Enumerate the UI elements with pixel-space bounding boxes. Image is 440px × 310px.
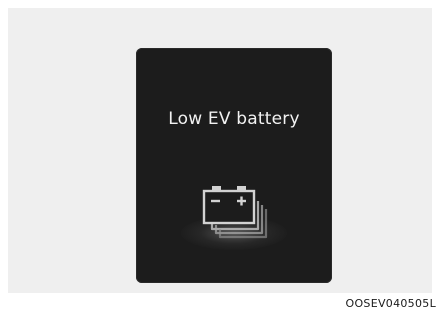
figure-code: OOSEV040505L (345, 297, 436, 310)
ev-battery-warning-icon (202, 186, 268, 239)
figure-panel: Low EV battery (8, 8, 432, 293)
warning-message: Low EV battery (168, 109, 300, 129)
cluster-display: Low EV battery (136, 48, 332, 283)
